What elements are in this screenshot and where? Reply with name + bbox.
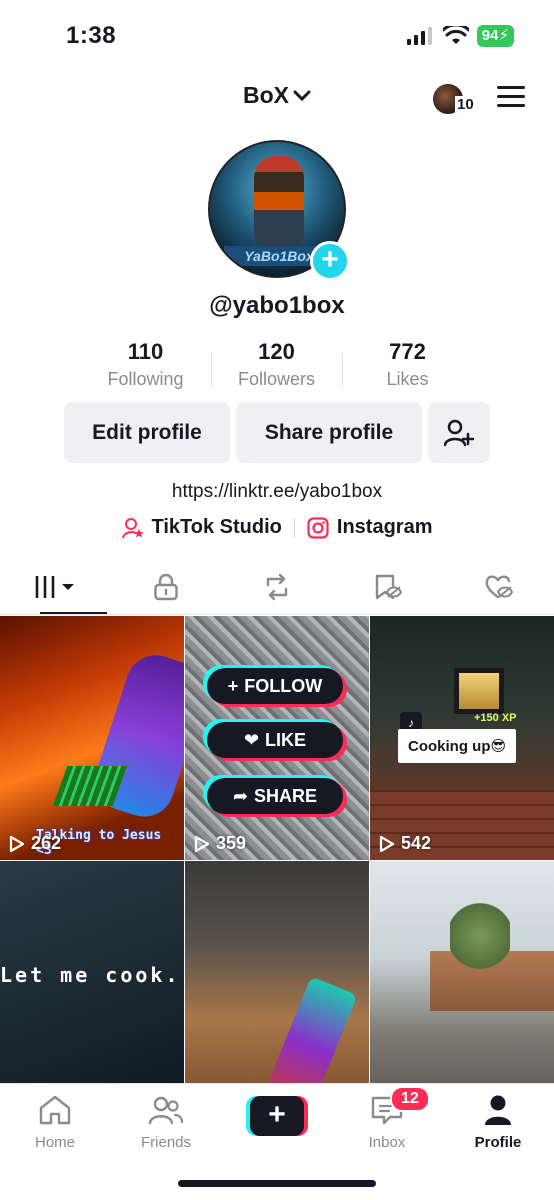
video-thumbnail[interactable]: + FOLLOW ❤ LIKE ➦ SHARE 359 bbox=[185, 616, 369, 860]
view-count: 359 bbox=[194, 833, 246, 854]
home-icon bbox=[39, 1095, 71, 1125]
lock-icon bbox=[154, 573, 178, 601]
stat-label: Followers bbox=[237, 369, 316, 389]
add-friends-button[interactable] bbox=[428, 402, 490, 463]
inbox-badge: 12 bbox=[390, 1086, 430, 1112]
video-thumbnail[interactable] bbox=[185, 861, 369, 1105]
share-arrow-icon: ➦ bbox=[232, 785, 249, 806]
like-overlay: ❤ LIKE bbox=[207, 722, 343, 758]
status-bar: 1:38 94⚡ bbox=[0, 0, 554, 70]
plus-icon: + bbox=[227, 675, 239, 696]
stat-divider bbox=[342, 353, 343, 387]
video-caption: Let me cook... bbox=[0, 963, 184, 987]
heart-hidden-icon bbox=[485, 575, 513, 599]
profile-stats: 110 Following 120 Followers 772 Likes bbox=[80, 339, 474, 390]
stat-likes[interactable]: 772 Likes bbox=[342, 339, 473, 390]
link-separator bbox=[293, 518, 295, 537]
tiktok-studio-link[interactable]: TikTok Studio bbox=[121, 516, 282, 539]
thumbnail-art bbox=[454, 668, 504, 714]
video-caption: Cooking up😎 bbox=[398, 729, 517, 763]
bookmark-hidden-icon bbox=[375, 574, 402, 600]
instagram-icon bbox=[307, 516, 329, 539]
play-icon bbox=[194, 835, 210, 852]
heart-icon: ❤ bbox=[243, 729, 260, 750]
tabs-divider bbox=[0, 614, 554, 615]
share-overlay: ➦ SHARE bbox=[207, 778, 343, 814]
add-avatar-button[interactable]: + bbox=[310, 241, 350, 281]
profile-links: TikTok Studio Instagram bbox=[0, 516, 554, 539]
tab-private[interactable] bbox=[111, 560, 222, 614]
nav-home[interactable]: Home bbox=[10, 1092, 100, 1151]
tab-videos[interactable] bbox=[0, 560, 111, 614]
nav-profile[interactable]: Profile bbox=[453, 1092, 543, 1151]
account-name: BoX bbox=[243, 82, 289, 108]
studio-icon bbox=[121, 517, 144, 538]
instagram-label: Instagram bbox=[336, 516, 433, 538]
video-thumbnail[interactable]: Let me cook... bbox=[0, 861, 184, 1105]
chevron-down-icon bbox=[293, 90, 311, 101]
video-thumbnail[interactable]: +150 XP ♪ Cooking up😎 542 bbox=[370, 616, 554, 860]
stat-label: Likes bbox=[386, 369, 429, 389]
share-profile-button[interactable]: Share profile bbox=[236, 402, 422, 463]
stat-following[interactable]: 110 Following bbox=[80, 339, 211, 390]
stat-value: 772 bbox=[389, 339, 426, 364]
follow-overlay: + FOLLOW bbox=[207, 668, 343, 704]
video-thumbnail[interactable] bbox=[370, 861, 554, 1105]
wifi-icon bbox=[442, 26, 469, 44]
grid-icon bbox=[36, 576, 75, 598]
menu-button[interactable] bbox=[497, 86, 525, 110]
nav-label: Home bbox=[34, 1134, 75, 1151]
view-count: 542 bbox=[379, 833, 431, 854]
battery-indicator: 94⚡ bbox=[476, 25, 514, 47]
profile-avatar-wrapper: YaBo1Box + bbox=[208, 140, 350, 281]
status-time: 1:38 bbox=[66, 22, 117, 49]
profile-tabs bbox=[0, 560, 554, 614]
stat-divider bbox=[211, 353, 212, 387]
nav-label: Profile bbox=[474, 1134, 522, 1151]
stat-value: 120 bbox=[258, 339, 295, 364]
bio-link[interactable]: https://linktr.ee/yabo1box bbox=[0, 481, 554, 503]
friends-icon bbox=[148, 1096, 184, 1125]
nav-label: Friends bbox=[140, 1134, 192, 1151]
nav-label: Inbox bbox=[368, 1134, 406, 1151]
tab-liked[interactable] bbox=[443, 560, 554, 614]
avatar-figure bbox=[254, 156, 304, 246]
repost-icon bbox=[266, 573, 288, 601]
thumbnail-art bbox=[450, 901, 510, 971]
instagram-link[interactable]: Instagram bbox=[307, 516, 433, 539]
tab-favorites[interactable] bbox=[332, 560, 443, 614]
profile-actions: Edit profile Share profile bbox=[64, 402, 490, 463]
profile-icon bbox=[485, 1095, 511, 1125]
username: @yabo1box bbox=[209, 292, 345, 319]
stat-followers[interactable]: 120 Followers bbox=[211, 339, 342, 390]
signal-icon bbox=[406, 27, 432, 45]
profile-header: BoX 10 bbox=[0, 76, 554, 120]
video-grid: Talking to Jesus <3 262 + FOLLOW ❤ LIKE ➦ S… bbox=[0, 616, 554, 1105]
nav-friends[interactable]: Friends bbox=[121, 1092, 211, 1151]
xp-label: +150 XP bbox=[474, 712, 517, 724]
notification-count: 10 bbox=[455, 96, 476, 113]
home-indicator bbox=[178, 1180, 376, 1187]
edit-profile-button[interactable]: Edit profile bbox=[64, 402, 230, 463]
plus-icon: + bbox=[250, 1096, 304, 1136]
view-count: 262 bbox=[9, 833, 61, 854]
menu-icon bbox=[497, 86, 525, 89]
play-icon bbox=[9, 835, 25, 852]
tiktok-studio-label: TikTok Studio bbox=[151, 516, 282, 538]
tab-reposts[interactable] bbox=[222, 560, 333, 614]
stat-label: Following bbox=[107, 369, 184, 389]
stat-value: 110 bbox=[127, 339, 164, 364]
create-button[interactable]: + bbox=[246, 1096, 308, 1136]
status-icons: 94⚡ bbox=[406, 25, 514, 47]
video-thumbnail[interactable]: Talking to Jesus <3 262 bbox=[0, 616, 184, 860]
add-user-icon bbox=[444, 419, 474, 446]
play-icon bbox=[379, 835, 395, 852]
